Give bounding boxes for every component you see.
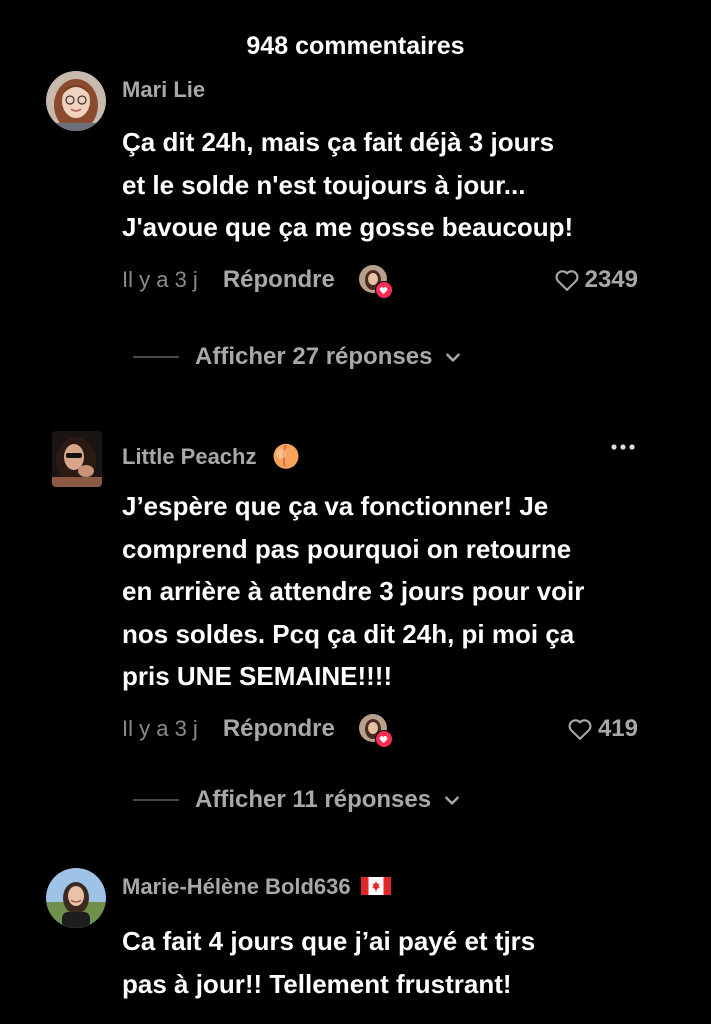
creator-liked-badge bbox=[358, 265, 393, 299]
view-replies-label: Afficher 11 réponses bbox=[195, 786, 432, 813]
view-replies-label: Afficher 27 réponses bbox=[195, 343, 433, 370]
username[interactable]: Marie-Hélène Bold636 bbox=[122, 874, 391, 901]
heart-outline-icon bbox=[568, 719, 592, 740]
like-count: 2349 bbox=[584, 266, 638, 293]
reply-button[interactable]: Répondre bbox=[223, 715, 335, 743]
like-button[interactable]: 419 bbox=[566, 715, 638, 743]
timestamp: Il y a 3 j bbox=[122, 716, 198, 741]
avatar[interactable] bbox=[52, 431, 102, 487]
divider-line bbox=[133, 799, 179, 801]
chevron-down-icon bbox=[446, 353, 461, 362]
avatar[interactable] bbox=[46, 71, 106, 131]
timestamp: Il y a 3 j bbox=[122, 267, 198, 292]
username-text: Marie-Hélène Bold636 bbox=[122, 874, 351, 899]
view-replies-button[interactable]: Afficher 27 réponses bbox=[133, 343, 462, 371]
comment-text: Ca fait 4 jours que j’ai payé et tjrs pa… bbox=[122, 926, 536, 999]
comment-text: J’espère que ça va fonctionner! Je compr… bbox=[122, 491, 585, 691]
heart-badge-icon bbox=[374, 730, 393, 748]
heart-outline-icon bbox=[555, 270, 579, 291]
comment-meta: Il y a 3 j Répondre 419 bbox=[122, 711, 638, 748]
username[interactable]: Mari Lie bbox=[122, 77, 205, 103]
username-text: Little Peachz bbox=[122, 443, 257, 469]
like-count: 419 bbox=[597, 715, 638, 742]
comments-count-title: 948 commentaires bbox=[246, 32, 465, 60]
reply-button[interactable]: Répondre bbox=[223, 266, 335, 294]
more-dots-icon bbox=[611, 444, 635, 450]
username[interactable]: Little Peachz bbox=[122, 440, 301, 476]
like-button[interactable]: 2349 bbox=[553, 266, 638, 294]
divider-line bbox=[133, 356, 179, 358]
creator-liked-badge bbox=[358, 714, 393, 748]
comment-meta: Il y a 3 j Répondre 2349 bbox=[122, 262, 638, 299]
peach-emoji-icon bbox=[271, 440, 301, 476]
canada-flag-icon bbox=[360, 875, 391, 901]
heart-badge-icon bbox=[374, 281, 393, 299]
avatar[interactable] bbox=[46, 868, 106, 928]
comment-text: Ça dit 24h, mais ça fait déjà 3 jours et… bbox=[122, 127, 574, 242]
view-replies-button[interactable]: Afficher 11 réponses bbox=[133, 786, 461, 814]
chevron-down-icon bbox=[445, 796, 459, 805]
more-options-button[interactable] bbox=[609, 440, 637, 458]
